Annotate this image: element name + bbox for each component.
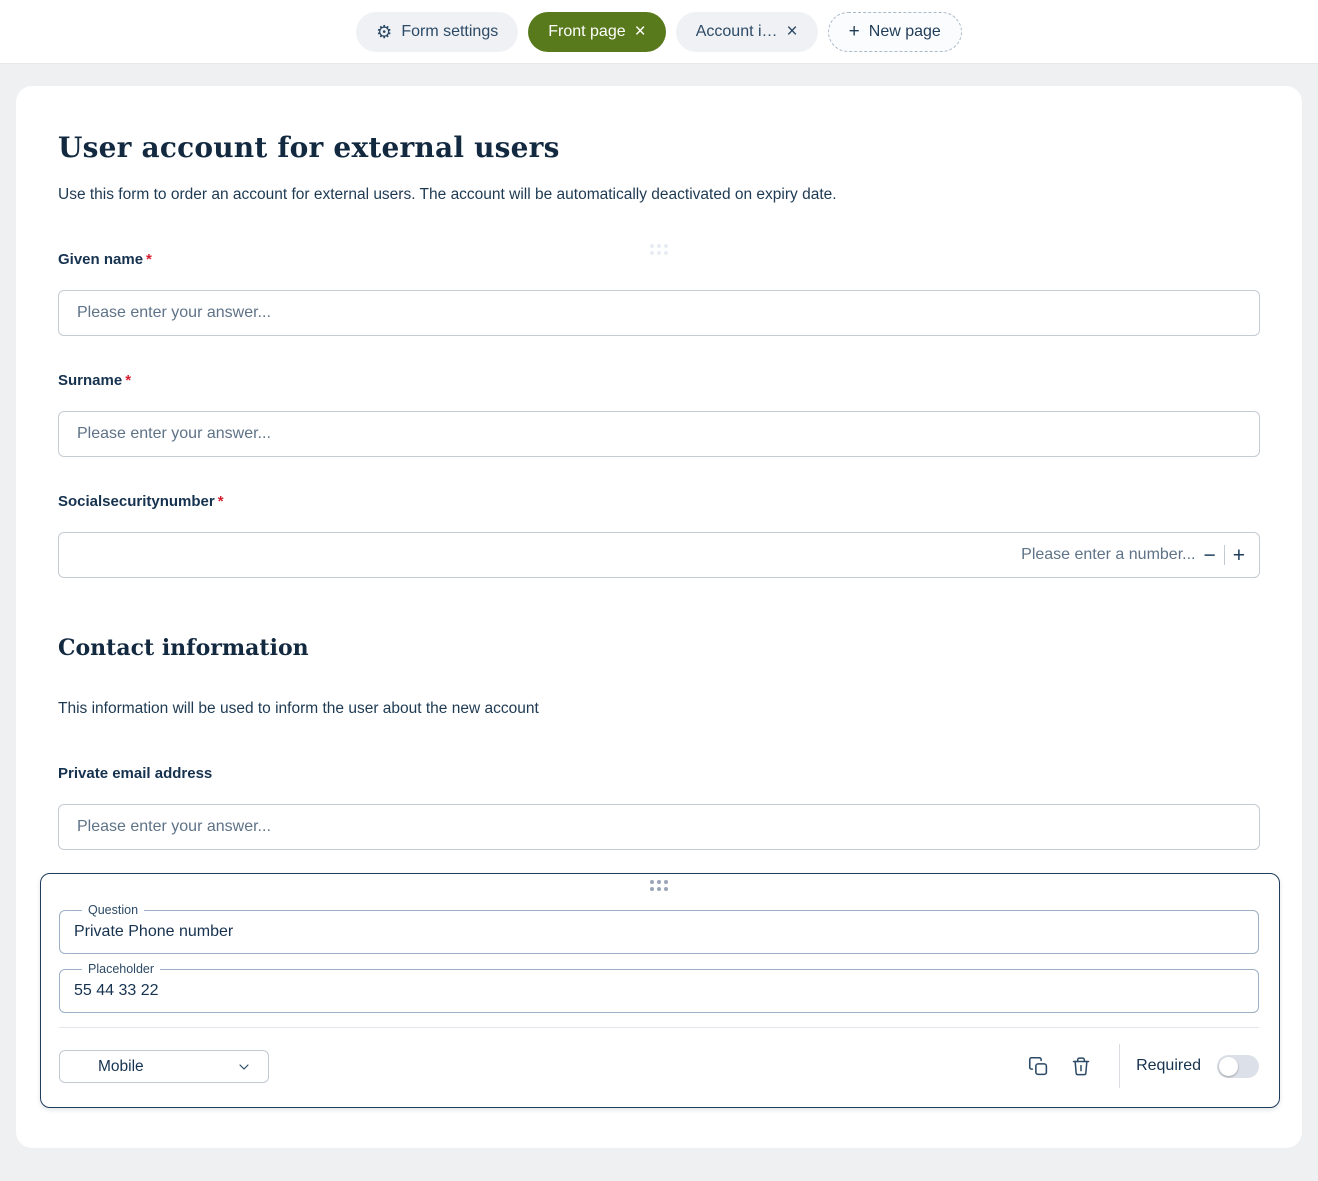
question-surname[interactable]: Surname * (58, 372, 1260, 457)
new-page-label: New page (868, 22, 941, 40)
decrement-icon[interactable]: − (1203, 545, 1215, 566)
question-label-text: Given name (58, 251, 144, 268)
close-icon[interactable]: × (635, 22, 646, 41)
increment-icon[interactable]: + (1233, 545, 1245, 566)
new-page-button[interactable]: + New page (827, 11, 962, 52)
plus-icon: + (848, 21, 860, 42)
section-note[interactable]: This information will be used to inform … (58, 700, 1260, 718)
close-icon[interactable]: × (787, 22, 798, 41)
question-field-label: Question (88, 903, 139, 917)
question-label-text: Surname (58, 372, 123, 389)
trash-icon (1072, 1056, 1090, 1075)
editor-controls: Mobile Required (59, 1044, 1259, 1088)
question-private-email[interactable]: Private email address (58, 765, 1260, 850)
editor-actions: Required (1028, 1044, 1259, 1088)
question-type-value: Mobile (98, 1057, 144, 1075)
page-tab-bar: ⚙ Form settings Front page × Account i… … (0, 0, 1318, 64)
question-label: Socialsecuritynumber * (58, 493, 1260, 510)
question-given-name[interactable]: Given name * (58, 244, 1260, 336)
tab-account-info[interactable]: Account i… × (675, 11, 818, 52)
answer-input[interactable] (58, 804, 1260, 850)
tab-front-page[interactable]: Front page × (528, 11, 666, 52)
question-text-field: Question (59, 903, 1259, 954)
form-title[interactable]: User account for external users (58, 86, 1260, 164)
selected-question-editor[interactable]: Question Placeholder Mobile (40, 873, 1280, 1108)
required-asterisk: * (146, 251, 152, 268)
placeholder-text-field: Placeholder (59, 962, 1259, 1013)
divider (59, 1027, 1259, 1028)
divider (1119, 1044, 1121, 1088)
drag-handle-icon[interactable] (59, 880, 1259, 891)
required-label: Required (1136, 1057, 1201, 1074)
answer-input[interactable] (58, 290, 1260, 336)
duplicate-question-button[interactable] (1028, 1056, 1049, 1077)
number-placeholder: Please enter a number... (1021, 546, 1196, 563)
chevron-down-icon (239, 1063, 249, 1070)
section-heading[interactable]: Contact information (58, 635, 1260, 661)
tab-front-page-label: Front page (548, 22, 626, 40)
copy-icon (1029, 1056, 1048, 1075)
placeholder-text-input[interactable] (74, 979, 1244, 1000)
gear-icon: ⚙ (376, 21, 393, 42)
question-label-text: Socialsecuritynumber (58, 493, 215, 510)
number-input[interactable]: Please enter a number... − + (58, 532, 1260, 578)
placeholder-field-label: Placeholder (88, 962, 155, 976)
required-toggle[interactable] (1217, 1054, 1259, 1078)
toggle-knob (1219, 1056, 1238, 1076)
question-label: Surname * (58, 372, 1260, 389)
answer-input[interactable] (58, 411, 1260, 457)
form-settings-label: Form settings (401, 22, 499, 40)
question-text-input[interactable] (74, 920, 1244, 941)
question-type-select[interactable]: Mobile (59, 1049, 269, 1083)
question-label: Private email address (58, 765, 213, 782)
required-asterisk: * (125, 372, 132, 389)
divider (1223, 545, 1225, 565)
drag-handle-icon[interactable] (650, 244, 668, 255)
form-settings-button[interactable]: ⚙ Form settings (356, 11, 519, 52)
delete-question-button[interactable] (1071, 1056, 1091, 1077)
question-socialsecuritynumber[interactable]: Socialsecuritynumber * Please enter a num… (58, 493, 1260, 578)
tab-account-info-label: Account i… (695, 22, 778, 40)
required-asterisk: * (217, 493, 224, 510)
form-canvas: User account for external users Use this… (16, 86, 1302, 1148)
form-description[interactable]: Use this form to order an account for ex… (58, 186, 1260, 204)
